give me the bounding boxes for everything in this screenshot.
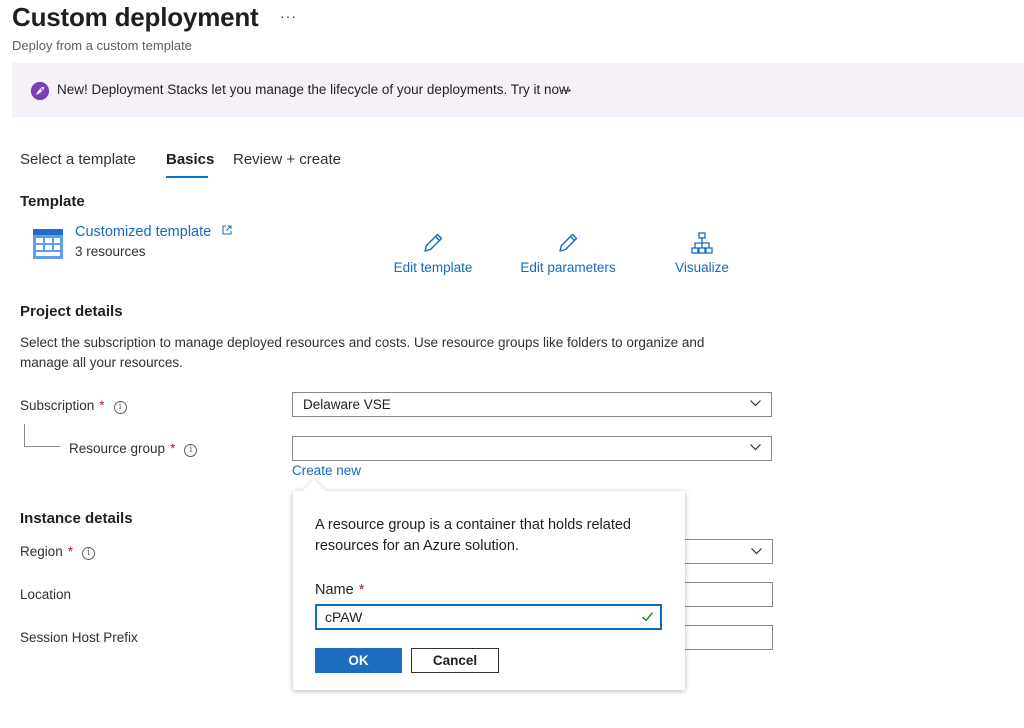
info-icon[interactable]: i — [113, 401, 127, 414]
resource-group-select[interactable] — [292, 436, 772, 461]
location-input[interactable] — [684, 582, 773, 607]
page-subtitle: Deploy from a custom template — [12, 38, 192, 53]
resource-group-label: Resource group * i — [69, 441, 198, 457]
session-host-prefix-label: Session Host Prefix — [20, 630, 138, 645]
template-grid-icon — [33, 229, 63, 259]
external-link-icon[interactable] — [221, 224, 233, 239]
more-options-button[interactable]: ··· — [280, 8, 297, 24]
arrow-right-icon[interactable]: → — [558, 80, 574, 98]
session-host-prefix-input[interactable] — [684, 625, 773, 650]
resource-group-name-field[interactable] — [315, 604, 662, 630]
create-new-link[interactable]: Create new — [292, 463, 361, 478]
active-tab-indicator — [166, 176, 208, 178]
pencil-icon — [516, 230, 620, 256]
checkmark-icon — [642, 612, 654, 622]
rocket-icon — [31, 82, 49, 100]
create-resource-group-callout: A resource group is a container that hol… — [293, 491, 685, 690]
required-asterisk: * — [67, 544, 74, 559]
required-asterisk: * — [99, 398, 105, 413]
project-details-heading: Project details — [20, 303, 123, 320]
edit-template-label: Edit template — [393, 260, 473, 275]
visualize-button[interactable]: Visualize — [671, 230, 733, 275]
location-label: Location — [20, 587, 72, 602]
hierarchy-icon — [671, 230, 733, 256]
template-heading: Template — [20, 193, 85, 210]
subscription-value: Delaware VSE — [303, 397, 391, 412]
tab-review-create[interactable]: Review + create — [233, 151, 341, 168]
info-icon[interactable]: i — [184, 444, 198, 457]
required-asterisk: * — [358, 582, 365, 598]
subscription-label: Subscription * i — [20, 398, 127, 414]
instance-details-heading: Instance details — [20, 510, 133, 527]
callout-description: A resource group is a container that hol… — [315, 517, 631, 554]
tree-connector — [24, 424, 25, 446]
region-label: Region * i — [20, 544, 96, 560]
tab-select-template[interactable]: Select a template — [20, 151, 136, 168]
customized-template-link[interactable]: Customized template — [75, 224, 211, 240]
page-title: Custom deployment — [12, 2, 259, 32]
region-select[interactable] — [684, 539, 773, 564]
visualize-label: Visualize — [675, 260, 729, 275]
edit-parameters-button[interactable]: Edit parameters — [516, 230, 620, 275]
edit-template-button[interactable]: Edit template — [388, 230, 478, 275]
chevron-down-icon — [750, 444, 761, 451]
pencil-icon — [388, 230, 478, 256]
required-asterisk: * — [170, 441, 176, 456]
banner-text: New! Deployment Stacks let you manage th… — [57, 82, 569, 97]
ok-button[interactable]: OK — [315, 648, 402, 673]
subscription-select[interactable]: Delaware VSE — [292, 392, 772, 417]
cancel-button[interactable]: Cancel — [411, 648, 499, 673]
chevron-down-icon — [750, 400, 761, 407]
resource-count: 3 resources — [75, 244, 146, 259]
tree-connector — [24, 446, 60, 447]
info-icon[interactable]: i — [82, 547, 96, 560]
edit-parameters-label: Edit parameters — [520, 260, 616, 275]
name-label: Name * — [315, 582, 365, 598]
resource-group-name-input[interactable] — [316, 605, 635, 629]
project-description: Select the subscription to manage deploy… — [20, 335, 705, 370]
chevron-down-icon — [751, 548, 762, 555]
deployment-stacks-banner[interactable]: New! Deployment Stacks let you manage th… — [12, 63, 1024, 117]
tab-basics[interactable]: Basics — [166, 151, 214, 168]
